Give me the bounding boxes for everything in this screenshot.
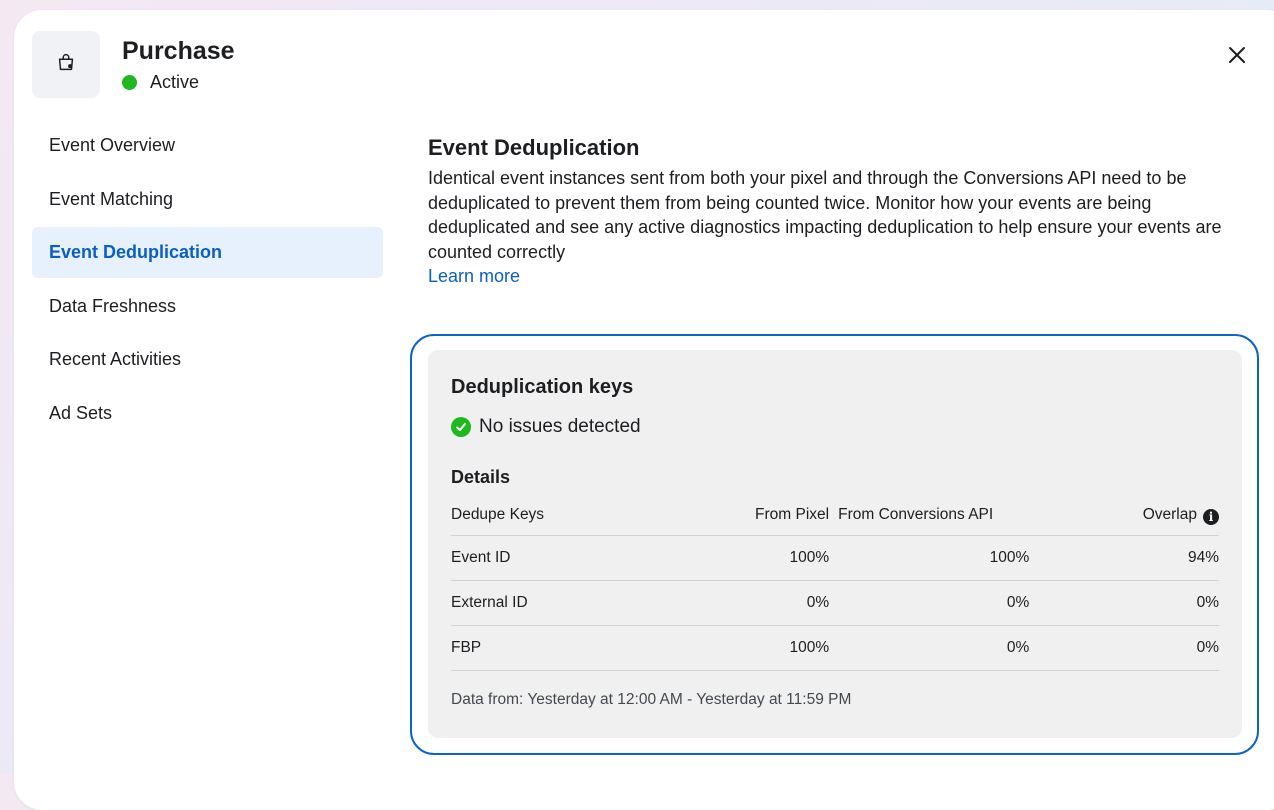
close-button[interactable] (1224, 44, 1250, 70)
card-status-label: No issues detected (479, 416, 641, 437)
sidebar-item-label: Event Overview (49, 135, 176, 155)
cell-dedupe-key: External ID (451, 580, 688, 626)
sidebar-item-label: Recent Activities (49, 349, 182, 369)
table-row: External ID 0% 0% 0% (451, 580, 1219, 626)
card-status: No issues detected (451, 415, 1219, 439)
main-content: Event Deduplication Identical event inst… (428, 134, 1243, 287)
cell-from-pixel: 100% (687, 535, 830, 581)
cell-from-pixel: 0% (687, 580, 830, 626)
section-title: Event Deduplication (428, 135, 640, 160)
sidebar-item-event-matching[interactable]: Event Matching (32, 174, 383, 225)
shopping-bag-icon (55, 51, 77, 78)
card-title: Deduplication keys (451, 376, 634, 398)
cell-from-conversions-api: 100% (829, 535, 1030, 581)
column-header-overlap: Overlap i (1029, 495, 1219, 536)
table-row: FBP 100% 0% 0% (451, 625, 1219, 671)
event-title: Purchase (122, 37, 235, 65)
cell-overlap: 0% (1029, 580, 1219, 626)
table-row: Event ID 100% 100% 94% (451, 535, 1219, 581)
learn-more-link[interactable]: Learn more (428, 266, 520, 287)
column-header-from-pixel: From Pixel (755, 506, 830, 523)
details-title: Details (451, 467, 511, 487)
column-header-from-conversions-api: From Conversions API (838, 506, 994, 523)
sidebar-nav: Event Overview Event Matching Event Dedu… (32, 120, 383, 441)
event-status: Active (122, 71, 199, 93)
cell-from-pixel: 100% (687, 625, 830, 671)
deduplication-keys-card: Deduplication keys No issues detected De… (428, 350, 1242, 738)
data-range-footnote: Data from: Yesterday at 12:00 AM - Yeste… (451, 691, 852, 708)
dedupe-keys-table: Dedupe Keys From Pixel From Conversions … (451, 495, 1219, 671)
column-header-dedupe-keys: Dedupe Keys (451, 506, 545, 523)
close-icon (1228, 46, 1246, 69)
sidebar-item-event-deduplication[interactable]: Event Deduplication (32, 227, 383, 278)
sidebar-item-ad-sets[interactable]: Ad Sets (32, 388, 383, 439)
sidebar-item-label: Ad Sets (49, 402, 113, 423)
cell-overlap: 94% (1029, 535, 1219, 581)
check-circle-icon (451, 417, 471, 437)
info-icon[interactable]: i (1203, 508, 1219, 525)
cell-dedupe-key: Event ID (451, 535, 688, 581)
cell-dedupe-key: FBP (451, 625, 688, 671)
sidebar-item-event-overview[interactable]: Event Overview (32, 120, 383, 171)
cell-overlap: 0% (1029, 625, 1219, 671)
overlap-label: Overlap (1142, 505, 1197, 523)
sidebar-item-recent-activities[interactable]: Recent Activities (32, 334, 383, 385)
table-header-row: Dedupe Keys From Pixel From Conversions … (451, 495, 1219, 536)
event-icon-tile (32, 31, 100, 98)
cell-from-conversions-api: 0% (829, 625, 1030, 671)
sidebar-item-label: Data Freshness (49, 295, 177, 316)
sidebar-item-label: Event Matching (49, 188, 174, 209)
section-description: Identical event instances sent from both… (428, 168, 1222, 262)
status-dot-icon (122, 74, 137, 90)
sidebar-item-data-freshness[interactable]: Data Freshness (32, 281, 383, 332)
cell-from-conversions-api: 0% (829, 580, 1030, 626)
sidebar-item-label: Event Deduplication (49, 242, 223, 262)
status-label: Active (150, 71, 200, 92)
